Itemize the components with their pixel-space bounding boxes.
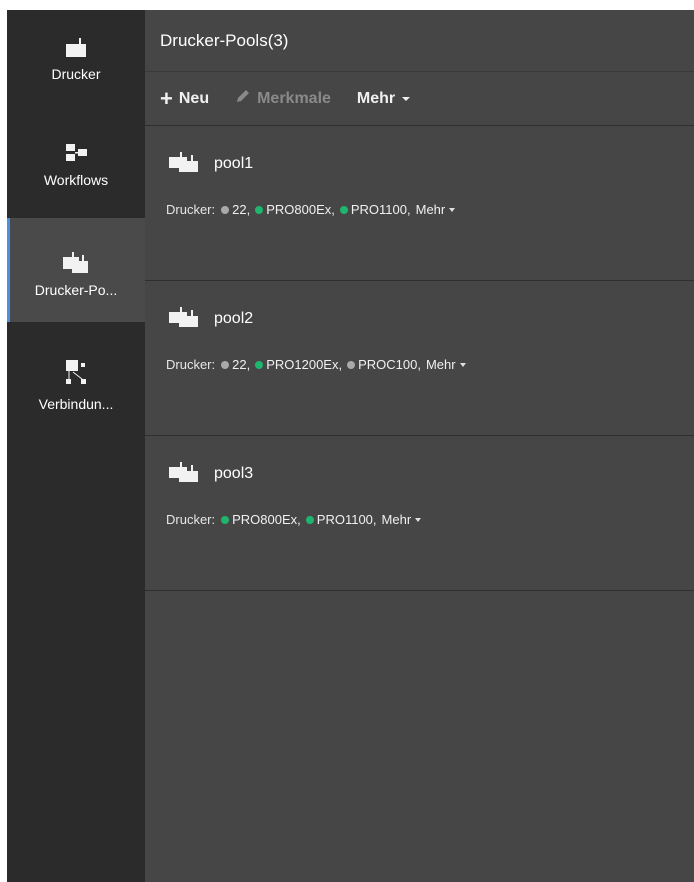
page-title: Drucker-Pools(3) xyxy=(160,30,289,50)
pencil-icon xyxy=(235,88,251,109)
printer-icon xyxy=(64,34,88,58)
more-printers-dropdown[interactable]: Mehr xyxy=(416,202,456,217)
status-dot xyxy=(305,515,314,524)
status-dot xyxy=(347,360,356,369)
printer-pool-icon xyxy=(60,250,92,274)
sidebar-item-drucker-pools[interactable]: Drucker-Po... xyxy=(7,218,145,322)
sidebar-item-drucker[interactable]: Drucker xyxy=(7,10,145,114)
printer-pool-icon xyxy=(168,306,200,333)
status-dot xyxy=(221,515,230,524)
new-button[interactable]: + Neu xyxy=(160,85,210,111)
more-label: Mehr xyxy=(415,202,446,217)
pool-printer-list: Drucker: 22, PRO1200Ex, PROC100, Mehr xyxy=(145,357,694,435)
status-dot xyxy=(255,360,264,369)
printers-label: Drucker: xyxy=(166,512,216,527)
main-panel: Drucker-Pools(3) + Neu Merkmale Mehr poo… xyxy=(145,10,694,882)
printer-link[interactable]: PRO1100, xyxy=(351,202,411,217)
chevron-down-icon xyxy=(449,207,456,212)
sidebar-item-label: Drucker xyxy=(51,66,101,82)
printer-pool-icon xyxy=(168,151,200,178)
printer-link[interactable]: PRO1200Ex, xyxy=(266,357,342,372)
plus-icon: + xyxy=(160,85,173,111)
printers-label: Drucker: xyxy=(166,357,216,372)
status-dot xyxy=(221,360,230,369)
toolbar: + Neu Merkmale Mehr xyxy=(145,72,694,126)
sidebar-item-verbindungen[interactable]: Verbindun... xyxy=(7,322,145,426)
sidebar-item-label: Drucker-Po... xyxy=(34,282,118,298)
sidebar: Drucker Workflows Drucker-Po... Verbindu… xyxy=(7,10,145,882)
status-dot xyxy=(339,205,348,214)
page-header: Drucker-Pools(3) xyxy=(145,10,694,72)
more-label: Mehr xyxy=(425,357,456,372)
pool-header[interactable]: pool1 xyxy=(145,126,694,202)
list-item[interactable]: pool1 Drucker: 22, PRO800Ex, PRO1100, Me… xyxy=(145,126,694,281)
properties-button[interactable]: Merkmale xyxy=(235,88,331,109)
pool-printer-list: Drucker: 22, PRO800Ex, PRO1100, Mehr xyxy=(145,202,694,280)
pool-header[interactable]: pool3 xyxy=(145,436,694,512)
printers-label: Drucker: xyxy=(166,202,216,217)
chevron-down-icon xyxy=(415,517,422,522)
status-dot xyxy=(221,205,230,214)
more-printers-dropdown[interactable]: Mehr xyxy=(382,512,422,527)
printer-link[interactable]: PRO800Ex, xyxy=(232,512,301,527)
more-printers-dropdown[interactable]: Mehr xyxy=(426,357,466,372)
more-menu-button[interactable]: Mehr xyxy=(356,89,411,108)
sidebar-item-label: Verbindun... xyxy=(38,396,114,412)
printer-pool-icon xyxy=(168,461,200,488)
list-item[interactable]: pool3 Drucker: PRO800Ex, PRO1100, Mehr xyxy=(145,436,694,591)
printer-link[interactable]: PROC100, xyxy=(358,357,421,372)
printer-link[interactable]: PRO1100, xyxy=(317,512,377,527)
printer-link[interactable]: 22, xyxy=(232,202,250,217)
workflow-icon xyxy=(62,140,90,164)
connection-icon xyxy=(62,358,90,388)
pool-name: pool1 xyxy=(214,155,254,172)
sidebar-item-label: Workflows xyxy=(43,172,109,188)
chevron-down-icon xyxy=(459,362,466,367)
sidebar-item-workflows[interactable]: Workflows xyxy=(7,114,145,218)
pool-name: pool2 xyxy=(214,310,254,327)
more-label: Mehr xyxy=(381,512,412,527)
pool-header[interactable]: pool2 xyxy=(145,281,694,357)
list-item[interactable]: pool2 Drucker: 22, PRO1200Ex, PROC100, M… xyxy=(145,281,694,436)
more-button-label: Mehr xyxy=(356,89,396,107)
printer-link[interactable]: 22, xyxy=(232,357,250,372)
printer-link[interactable]: PRO800Ex, xyxy=(266,202,335,217)
chevron-down-icon xyxy=(402,96,411,101)
pool-printer-list: Drucker: PRO800Ex, PRO1100, Mehr xyxy=(145,512,694,590)
pool-name: pool3 xyxy=(214,465,254,482)
properties-button-label: Merkmale xyxy=(257,89,331,107)
app-window: Drucker Workflows Drucker-Po... Verbindu… xyxy=(7,10,694,882)
status-dot xyxy=(255,205,264,214)
new-button-label: Neu xyxy=(178,89,210,107)
